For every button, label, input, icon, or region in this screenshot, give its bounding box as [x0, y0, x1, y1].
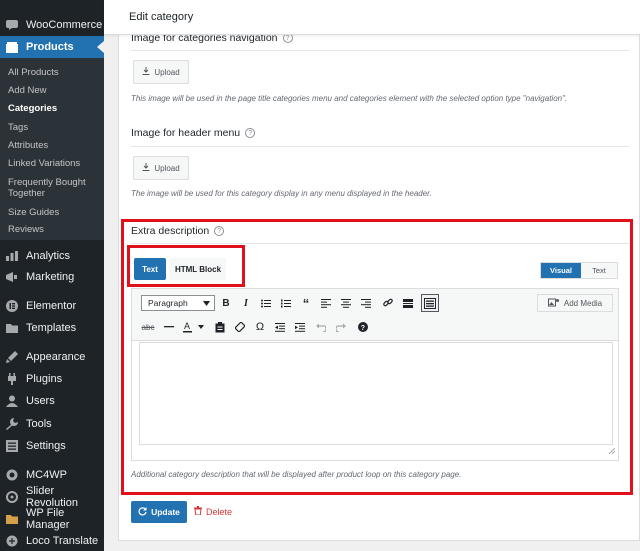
menu-appearance[interactable]: Appearance: [0, 346, 104, 368]
menu-label: Templates: [26, 322, 77, 334]
submenu-reviews[interactable]: Reviews: [8, 224, 100, 235]
menu-templates[interactable]: Templates: [0, 317, 104, 339]
menu-label: Marketing: [26, 271, 75, 283]
submenu-linked-variations[interactable]: Linked Variations: [8, 158, 100, 169]
submenu-add-new[interactable]: Add New: [8, 85, 100, 96]
marketing-icon: [6, 271, 18, 283]
settings-icon: [6, 440, 18, 452]
edit-category-panel: Image for categories navigation ? Upload…: [118, 28, 640, 541]
highlight-editor-tabs: [127, 245, 245, 287]
menu-label: Slider Revolution: [26, 485, 78, 509]
tools-icon: [6, 418, 18, 430]
divider: [131, 146, 629, 147]
menu-settings[interactable]: Settings: [0, 435, 104, 457]
menu-analytics[interactable]: Analytics: [0, 245, 104, 267]
delete-label: Delete: [206, 506, 233, 517]
submenu-tags[interactable]: Tags: [8, 122, 100, 133]
menu-label: Plugins: [26, 373, 63, 385]
slider-revolution-icon: [6, 491, 18, 503]
menu-label: Appearance: [26, 351, 86, 363]
products-icon: [6, 41, 18, 53]
submenu-attributes[interactable]: Attributes: [8, 140, 100, 151]
upload-icon: [142, 163, 150, 173]
menu-users[interactable]: Users: [0, 390, 104, 412]
nav-image-upload-button[interactable]: Upload: [133, 60, 189, 84]
menu-woocommerce[interactable]: WooCommerce: [0, 14, 104, 36]
menu-label: Analytics: [26, 250, 71, 262]
trash-icon: [194, 506, 202, 517]
header-image-upload-button[interactable]: Upload: [133, 156, 189, 180]
menu-label: WP File Manager: [26, 507, 70, 531]
menu-tools[interactable]: Tools: [0, 413, 104, 435]
woocommerce-icon: [6, 19, 18, 31]
header-image-label: Image for header menu: [131, 127, 241, 139]
loco-translate-icon: [6, 535, 18, 547]
plugins-icon: [6, 373, 18, 385]
menu-label: Settings: [26, 440, 66, 452]
page-title: Edit category: [129, 11, 194, 23]
menu-wp-file-manager[interactable]: WP File Manager: [0, 507, 104, 531]
upload-label: Upload: [154, 163, 180, 173]
menu-marketing[interactable]: Marketing: [0, 266, 104, 288]
divider: [131, 50, 629, 51]
menu-label: Users: [26, 395, 55, 407]
menu-plugins[interactable]: Plugins: [0, 368, 104, 390]
header-image-note: The image will be used for this category…: [131, 189, 432, 198]
page-header: Edit category: [104, 0, 640, 35]
menu-label: Tools: [26, 418, 52, 430]
submenu-frequently-bought-together[interactable]: Frequently Bought Together: [8, 177, 100, 199]
appearance-icon: [6, 351, 18, 363]
upload-icon: [142, 67, 150, 77]
menu-slider-revolution[interactable]: Slider Revolution: [0, 485, 104, 509]
templates-icon: [6, 322, 18, 334]
analytics-icon: [6, 250, 18, 262]
update-button[interactable]: Update: [131, 501, 187, 523]
menu-label: MC4WP: [26, 469, 67, 481]
help-icon[interactable]: ?: [245, 128, 256, 138]
menu-label: Elementor: [26, 300, 77, 312]
submenu-all-products[interactable]: All Products: [8, 67, 100, 78]
submenu-categories[interactable]: Categories: [8, 103, 100, 114]
submenu-size-guides[interactable]: Size Guides: [8, 207, 100, 218]
mc4wp-icon: [6, 469, 18, 481]
menu-label: Loco Translate: [26, 535, 99, 547]
admin-sidebar: WooCommerce Products All Products Add Ne…: [0, 0, 104, 551]
refresh-icon: [138, 506, 147, 518]
users-icon: [6, 395, 18, 407]
menu-elementor[interactable]: Elementor: [0, 295, 104, 317]
delete-link[interactable]: Delete: [194, 506, 232, 517]
menu-mc4wp[interactable]: MC4WP: [0, 464, 104, 486]
upload-label: Upload: [154, 67, 180, 77]
nav-image-note: This image will be used in the page titl…: [131, 94, 568, 103]
menu-label: WooCommerce: [26, 19, 103, 31]
elementor-icon: [6, 300, 18, 312]
header-image-field-label: Image for header menu ?: [131, 127, 256, 139]
file-manager-icon: [6, 513, 18, 525]
menu-loco-translate[interactable]: Loco Translate: [0, 530, 104, 551]
update-label: Update: [151, 507, 180, 517]
menu-products[interactable]: Products: [0, 36, 104, 58]
menu-label: Products: [26, 41, 74, 53]
products-submenu: All Products Add New Categories Tags Att…: [0, 58, 104, 240]
